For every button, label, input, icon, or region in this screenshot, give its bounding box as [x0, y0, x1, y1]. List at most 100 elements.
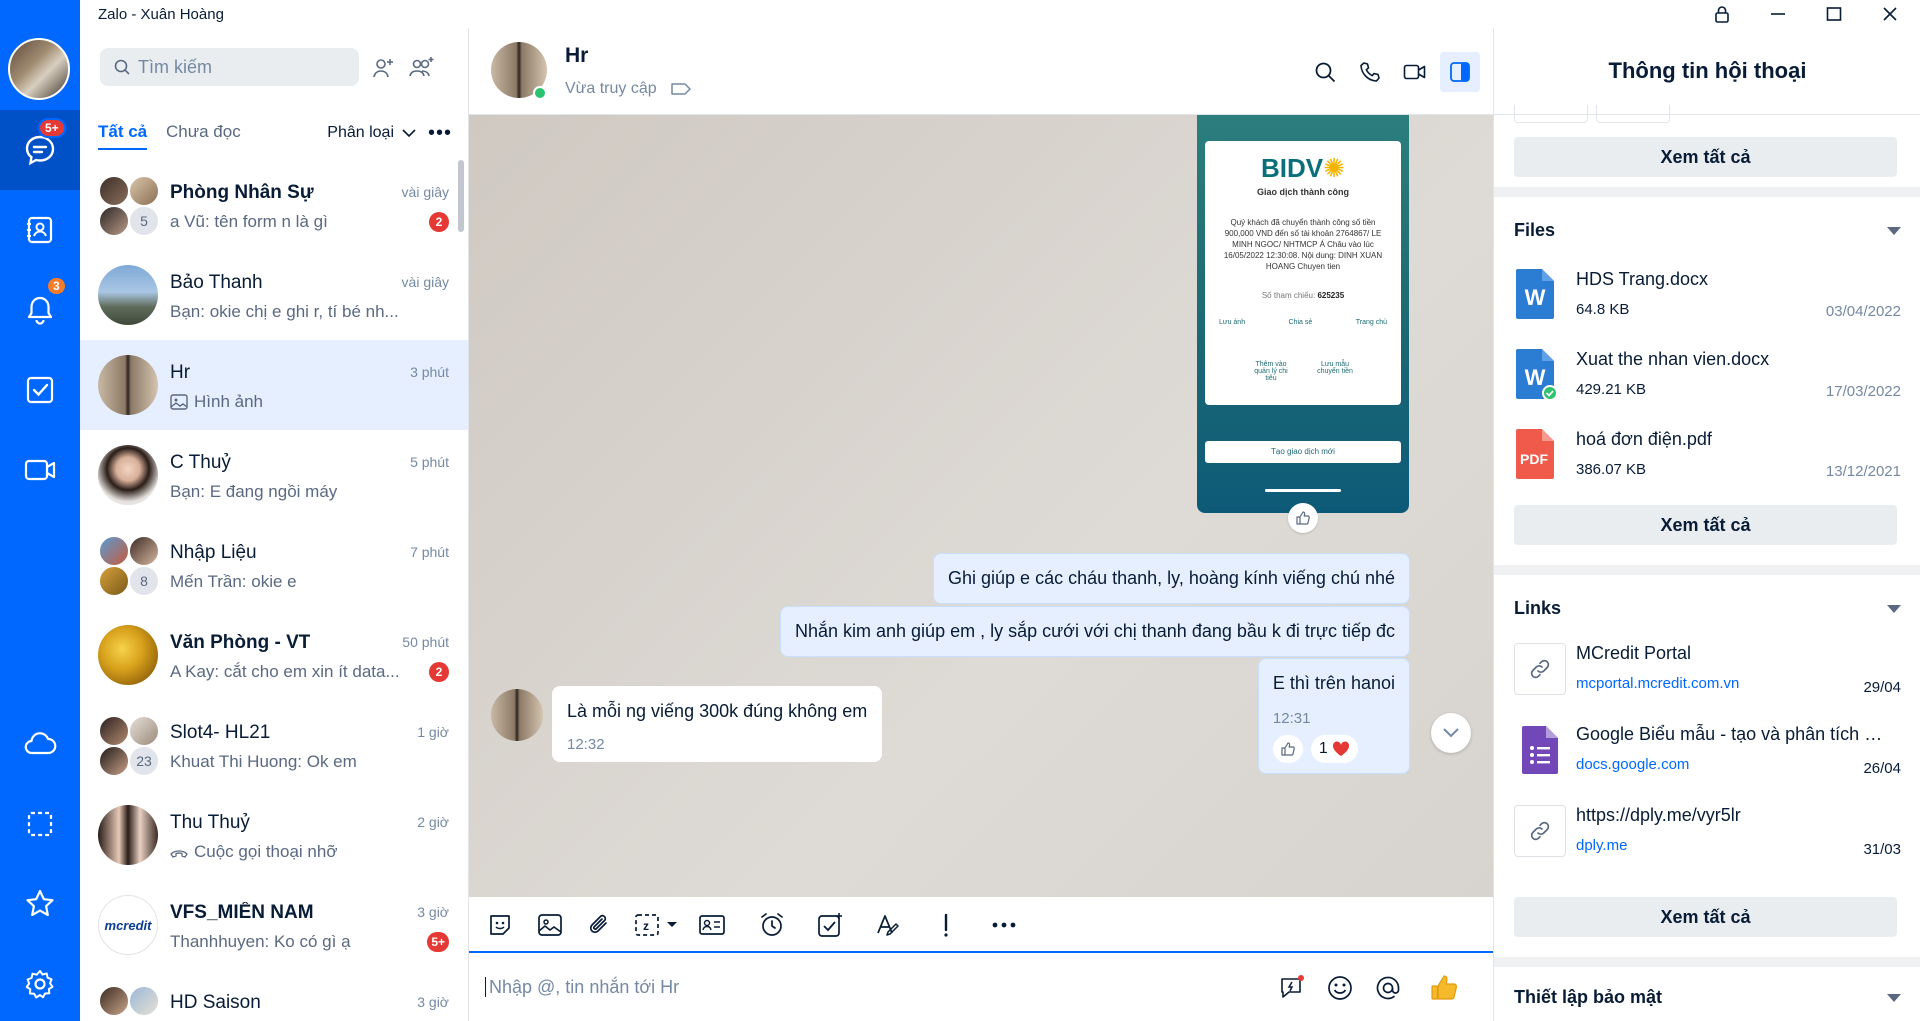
conversation-item[interactable]: C Thuỷ 5 phút Bạn: E đang ngồi máy — [80, 430, 468, 520]
message-input[interactable]: Nhập @, tin nhắn tới Hr — [484, 977, 679, 998]
left-nav: 5+ 3 — [0, 0, 80, 1021]
attach-file-button[interactable] — [581, 907, 619, 943]
more-tools-button[interactable] — [985, 907, 1023, 943]
file-item[interactable]: PDF hoá đơn điện.pdf 386.07 KB 13/12/202… — [1514, 423, 1901, 493]
file-item[interactable]: W HDS Trang.docx 64.8 KB 03/04/2022 — [1514, 263, 1901, 333]
avatar: mcredit — [98, 895, 158, 955]
receipt-body: Quý khách đã chuyển thành công số tiền 9… — [1223, 218, 1383, 271]
message-text: E thì trên hanoi — [1272, 673, 1395, 693]
image-button[interactable] — [531, 907, 569, 943]
toggle-info-panel-button[interactable] — [1440, 52, 1480, 92]
receipt-ref: Số tham chiếu: 625235 — [1205, 291, 1401, 300]
link-domain[interactable]: dply.me — [1576, 837, 1627, 854]
see-all-media-button[interactable]: Xem tất cả — [1514, 137, 1897, 177]
reminder-button[interactable] — [753, 907, 791, 943]
conversation-item[interactable]: Bảo Thanh vài giây Bạn: okie chị e ghi r… — [80, 250, 468, 340]
chat-name[interactable]: Hr — [565, 44, 588, 68]
message-bubble[interactable]: Nhắn kim anh giúp em , ly sắp cưới với c… — [779, 606, 1410, 657]
tab-all[interactable]: Tất cả — [98, 122, 148, 150]
see-all-links-button[interactable]: Xem tất cả — [1514, 897, 1897, 937]
more-options-icon[interactable]: ••• — [428, 122, 452, 145]
link-domain[interactable]: docs.google.com — [1576, 756, 1689, 773]
media-thumb[interactable] — [1514, 105, 1588, 123]
filter-dropdown[interactable]: Phân loại — [327, 124, 416, 142]
nav-screenshot[interactable] — [0, 784, 80, 864]
tab-unread[interactable]: Chưa đọc — [166, 122, 241, 142]
send-like-button[interactable] — [1425, 969, 1463, 1007]
mention-button[interactable] — [1369, 969, 1407, 1007]
conversation-item[interactable]: Hr 3 phút Hình ảnh — [80, 340, 468, 430]
video-call-button[interactable] — [1395, 52, 1435, 92]
add-friend-button[interactable] — [369, 54, 397, 82]
message-bubble[interactable]: Ghi giúp e các cháu thanh, ly, hoàng kín… — [933, 553, 1410, 604]
see-all-files-button[interactable]: Xem tất cả — [1514, 505, 1897, 545]
receipt-image[interactable]: BIDV✺ Giao dịch thành công Quý khách đã … — [1197, 115, 1409, 513]
member-count: 5 — [128, 205, 160, 237]
nav-notifications[interactable]: 3 — [0, 270, 80, 350]
conversation-preview: a Vũ: tên form n là gì — [170, 212, 328, 231]
conversation-item[interactable]: 5 Phòng Nhân Sự vài giây a Vũ: tên form … — [80, 160, 468, 250]
collapse-security-icon[interactable] — [1887, 994, 1901, 1002]
close-icon[interactable] — [1868, 0, 1912, 28]
voice-call-button[interactable] — [1350, 52, 1390, 92]
sender-avatar[interactable] — [491, 689, 543, 741]
message-bubble[interactable]: Là mỗi ng viếng 300k đúng không em 12:32 — [552, 686, 883, 762]
sticker-icon — [490, 915, 510, 935]
nav-settings[interactable] — [0, 944, 80, 1021]
image-icon — [170, 394, 188, 410]
conversation-item[interactable]: HD Saison 3 giờ — [80, 970, 468, 1021]
word-file-icon: W — [1514, 347, 1558, 401]
minimize-icon[interactable] — [1756, 0, 1800, 28]
contact-card-icon — [699, 915, 725, 935]
screenshot-button[interactable]: z — [629, 907, 685, 943]
react-button[interactable] — [1288, 503, 1318, 533]
message-bubble[interactable]: E thì trên hanoi 12:31 1 — [1257, 658, 1410, 774]
link-item[interactable]: Google Biểu mẫu - tạo và phân tích bả...… — [1514, 718, 1901, 788]
nav-todo[interactable] — [0, 350, 80, 430]
conversation-item[interactable]: 8 Nhập Liệu 7 phút Mến Trần: okie e — [80, 520, 468, 610]
conversation-item[interactable]: Thu Thuỷ 2 giờ Cuộc gọi thoại nhỡ — [80, 790, 468, 880]
security-title[interactable]: Thiết lập bảo mật — [1514, 987, 1662, 1008]
task-button[interactable] — [811, 907, 849, 943]
nav-messages[interactable]: 5+ — [0, 110, 80, 190]
nav-starred[interactable] — [0, 864, 80, 944]
nav-contacts[interactable] — [0, 190, 80, 270]
urgent-button[interactable] — [927, 907, 965, 943]
file-item[interactable]: W Xuat the nhan vien.docx 429.21 KB 17/0… — [1514, 343, 1901, 413]
reaction-row: 1 — [1272, 735, 1395, 763]
media-section: Xem tất cả — [1494, 105, 1920, 187]
maximize-icon[interactable] — [1812, 0, 1856, 28]
quick-message-button[interactable] — [1273, 969, 1311, 1007]
search-input[interactable]: Tìm kiếm — [138, 57, 212, 78]
conversation-name: Hr — [170, 362, 191, 383]
conversation-item[interactable]: Văn Phòng - VT 50 phút A Kay: cắt cho em… — [80, 610, 468, 700]
user-avatar[interactable] — [8, 38, 70, 100]
chat-status-row: Vừa truy cập — [565, 80, 691, 98]
collapse-files-icon[interactable] — [1887, 227, 1901, 235]
link-item[interactable]: https://dply.me/vyr5lr dply.me 31/03 — [1514, 799, 1901, 869]
sticker-button[interactable] — [481, 907, 519, 943]
link-domain[interactable]: mcportal.mcredit.com.vn — [1576, 675, 1739, 692]
link-item[interactable]: MCredit Portal mcportal.mcredit.com.vn 2… — [1514, 637, 1901, 707]
search-message-button[interactable] — [1305, 52, 1345, 92]
react-button[interactable] — [1272, 735, 1303, 763]
conversation-item[interactable]: 23 Slot4- HL21 1 giờ Khuat Thi Huong: Ok… — [80, 700, 468, 790]
scroll-to-bottom-button[interactable] — [1431, 713, 1471, 753]
lock-icon[interactable] — [1700, 0, 1744, 28]
search-box[interactable]: Tìm kiếm — [100, 48, 359, 86]
create-group-button[interactable] — [407, 54, 435, 82]
format-text-button[interactable] — [869, 907, 907, 943]
media-thumb[interactable] — [1596, 105, 1670, 123]
list-scrollbar[interactable] — [458, 160, 464, 232]
tag-icon[interactable] — [670, 82, 691, 96]
emoji-button[interactable] — [1321, 969, 1359, 1007]
nav-cloud[interactable] — [0, 704, 80, 784]
conversation-name: Slot4- HL21 — [170, 722, 271, 743]
message-text: Nhắn kim anh giúp em , ly sắp cưới với c… — [794, 621, 1395, 641]
conversation-item[interactable]: mcredit VFS_MIỀN NAM 3 giờ Thanhhuyen: K… — [80, 880, 468, 970]
collapse-links-icon[interactable] — [1887, 605, 1901, 613]
contact-card-button[interactable] — [693, 907, 731, 943]
image-icon — [538, 914, 562, 936]
reaction-summary[interactable]: 1 — [1310, 735, 1358, 763]
nav-video[interactable] — [0, 430, 80, 510]
